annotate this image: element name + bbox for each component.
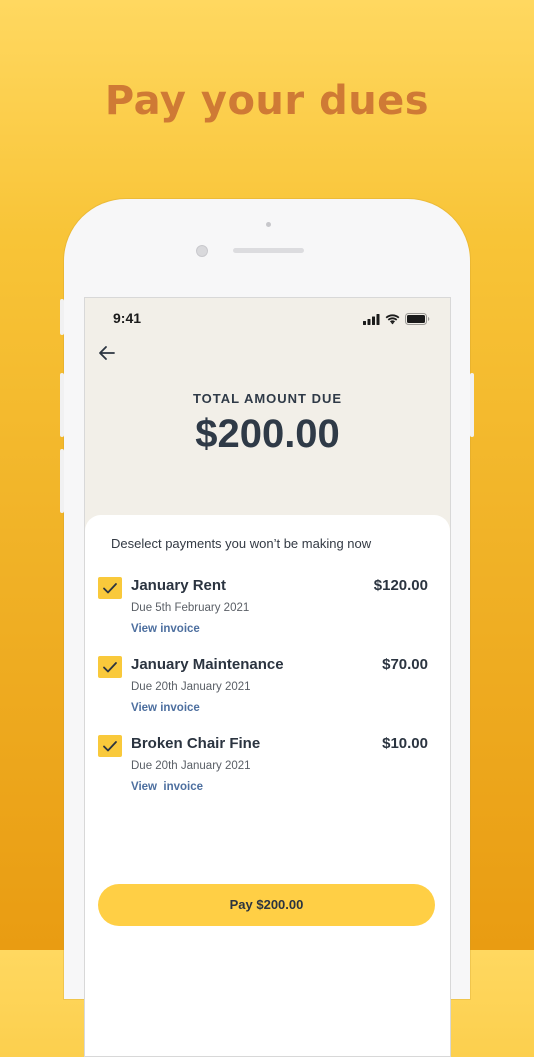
total-amount-value: $200.00: [195, 412, 340, 456]
battery-icon: [405, 313, 430, 325]
view-invoice-link[interactable]: View invoice: [131, 623, 200, 635]
view-invoice-link[interactable]: View invoice: [131, 702, 200, 714]
payment-amount: $10.00: [382, 735, 428, 752]
status-icons: [363, 313, 430, 325]
signal-icon: [363, 313, 380, 325]
payment-title: January Rent: [131, 577, 227, 594]
checkmark-icon: [103, 583, 117, 594]
earpiece-speaker: [233, 248, 304, 253]
phone-side-button: [60, 299, 64, 335]
checkmark-icon: [103, 662, 117, 673]
back-arrow-icon[interactable]: [97, 344, 117, 362]
phone-power-button: [470, 373, 474, 437]
promo-headline: Pay your dues: [104, 78, 430, 124]
checkmark-icon: [103, 741, 117, 752]
pay-button[interactable]: Pay $200.00: [98, 884, 435, 926]
payment-due-date: Due 5th February 2021: [131, 602, 250, 614]
payment-due-date: Due 20th January 2021: [131, 760, 251, 772]
phone-side-button: [60, 449, 64, 513]
status-bar: 9:41: [85, 310, 450, 330]
phone-side-button: [60, 373, 64, 437]
proximity-sensor: [266, 222, 271, 227]
payment-title: Broken Chair Fine: [131, 735, 261, 752]
payment-checkbox[interactable]: [98, 735, 122, 757]
instruction-text: Deselect payments you won’t be making no…: [111, 536, 372, 551]
payment-item-rent: January Rent $120.00 Due 5th February 20…: [98, 577, 428, 647]
payment-item-maintenance: January Maintenance $70.00 Due 20th Janu…: [98, 656, 428, 726]
front-camera: [196, 245, 208, 257]
total-amount-label: TOTAL AMOUNT DUE: [192, 391, 343, 406]
payment-amount: $120.00: [373, 577, 428, 594]
payment-item-fine: Broken Chair Fine $10.00 Due 20th Januar…: [98, 735, 428, 805]
wifi-icon: [385, 313, 400, 324]
phone-frame: 9:41 TOTAL AMOUNT DUE $200.00 Deselect p…: [60, 199, 474, 1057]
payment-amount: $70.00: [382, 656, 428, 673]
payments-sheet: Deselect payments you won’t be making no…: [85, 515, 450, 1056]
view-invoice-link[interactable]: View invoice: [131, 781, 203, 793]
payment-checkbox[interactable]: [98, 577, 122, 599]
payment-title: January Maintenance: [131, 656, 284, 673]
payment-checkbox[interactable]: [98, 656, 122, 678]
payment-due-date: Due 20th January 2021: [131, 681, 251, 693]
app-screen: 9:41 TOTAL AMOUNT DUE $200.00 Deselect p…: [84, 297, 451, 1057]
status-time: 9:41: [113, 310, 142, 326]
